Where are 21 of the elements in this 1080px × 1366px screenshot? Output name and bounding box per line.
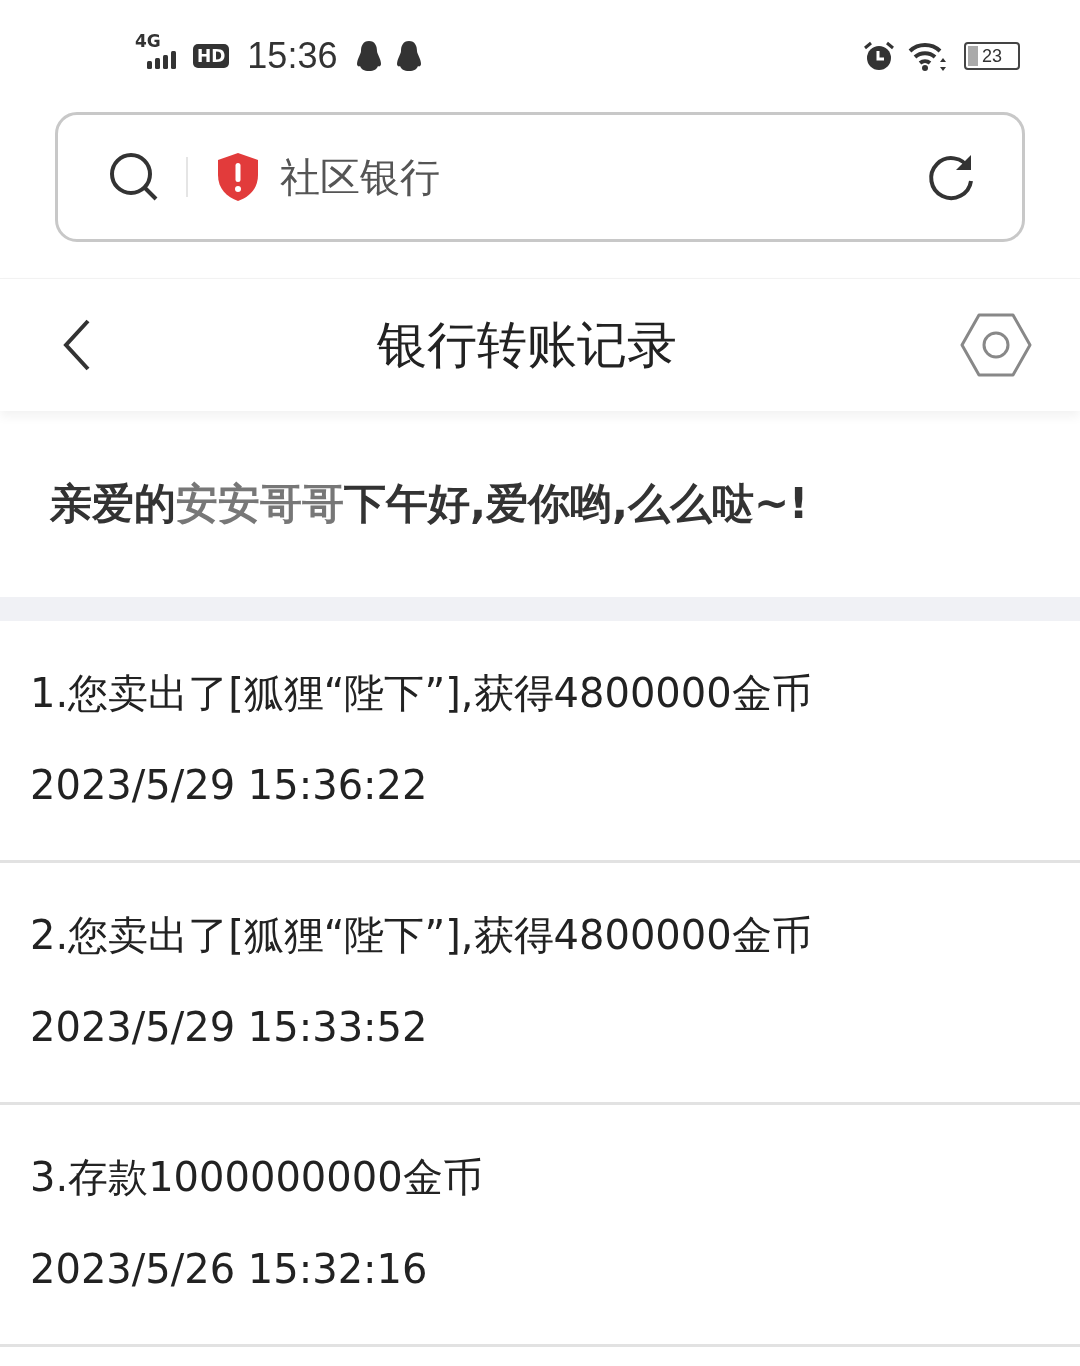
record-time: 2023/5/29 15:33:52	[30, 1003, 429, 1051]
hd-badge: HD	[193, 43, 230, 69]
search-icon[interactable]	[108, 151, 160, 203]
page-title: 银行转账记录	[377, 314, 677, 376]
greeting-text: 亲爱的安安哥哥下午好,爱你哟,么么哒~!	[50, 478, 809, 530]
record-description: 3.存款1000000000金币	[30, 1153, 484, 1201]
penguin-icon	[395, 40, 424, 72]
network-label: 4G	[135, 33, 161, 50]
settings-icon[interactable]	[960, 312, 1032, 378]
penguin-icon	[355, 40, 384, 72]
record-time: 2023/5/29 15:36:22	[30, 761, 429, 809]
site-name: 社区银行	[280, 152, 440, 202]
record-description: 1.您卖出了[狐狸“陛下”],获得4800000金币	[30, 669, 813, 717]
address-bar[interactable]: 社区银行	[55, 112, 1025, 242]
clock-time: 15:36	[247, 35, 338, 77]
battery-fill	[968, 46, 978, 66]
record-description: 2.您卖出了[狐狸“陛下”],获得4800000金币	[30, 911, 813, 959]
alarm-clock-icon	[862, 40, 896, 72]
battery-level: 23	[982, 47, 1003, 65]
record-time: 2023/5/26 15:32:16	[30, 1245, 429, 1293]
wifi-icon	[908, 40, 948, 72]
